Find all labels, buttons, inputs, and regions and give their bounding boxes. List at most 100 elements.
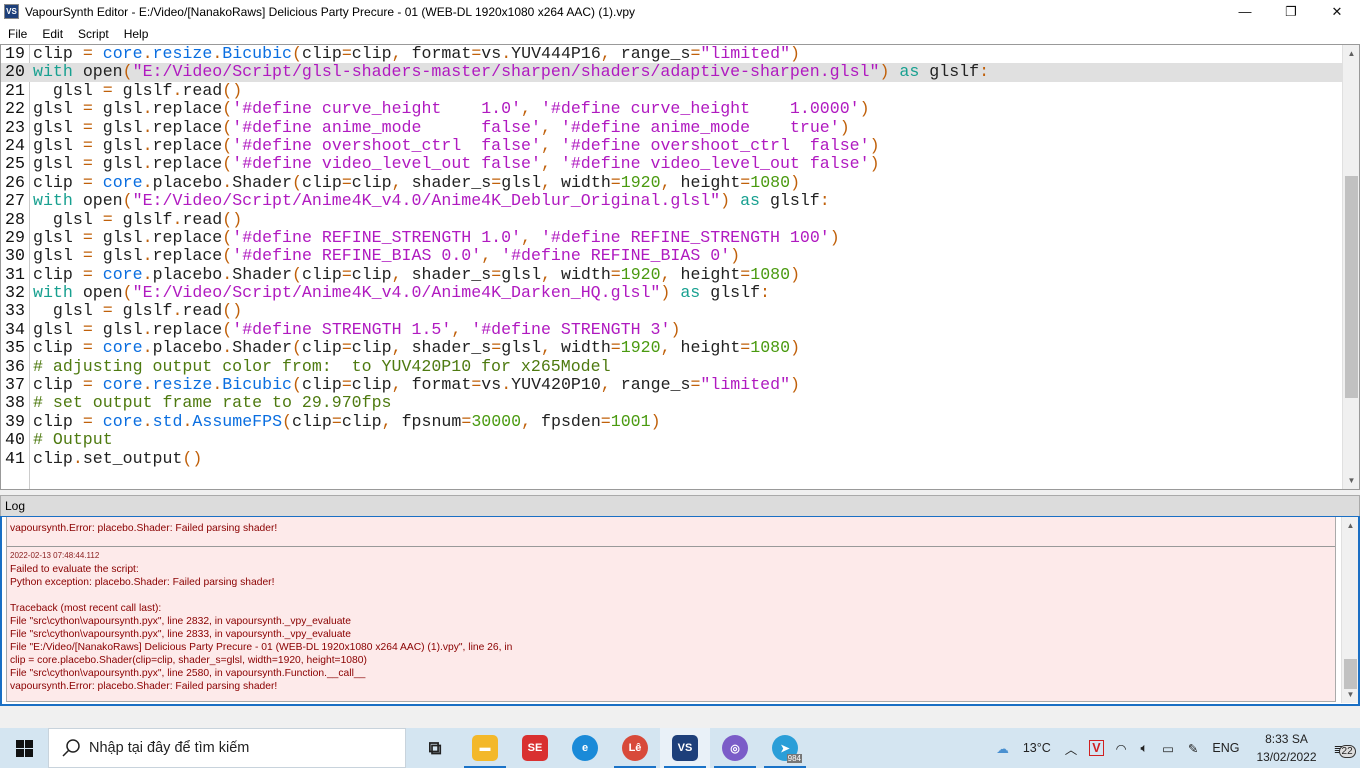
code-line[interactable]: 32 with open("E:/Video/Script/Anime4K_v4.… (1, 283, 1342, 303)
code-line[interactable]: 36 # adjusting output color from: to YUV4… (1, 357, 1342, 376)
minimize-button[interactable]: — (1222, 0, 1268, 23)
code-token: '#define video_level_out false' (560, 154, 870, 174)
code-token: ) (720, 191, 731, 211)
code-token: clip (33, 448, 73, 468)
volume-icon[interactable]: 🔈︎ (1134, 741, 1156, 756)
code-line[interactable]: 27 with open("E:/Video/Script/Anime4K_v4.… (1, 191, 1342, 211)
taskbar-app-bittorrent[interactable]: ◎ (710, 728, 760, 768)
taskbar-app-task-view[interactable]: ⧉ (410, 728, 460, 768)
code-line[interactable]: 23 glsl = glsl.replace('#define anime_mod… (1, 118, 1342, 137)
line-number: 25 (5, 154, 25, 174)
code-token: ) (192, 448, 203, 468)
code-token: ) (829, 227, 840, 247)
code-token: 1080 (750, 264, 791, 284)
code-line[interactable]: 21 glsl = glslf.read() (1, 81, 1342, 100)
taskbar-app-subtitle-edit[interactable]: SE (510, 728, 560, 768)
taskbar-app-vapoursynth-editor[interactable]: VS (660, 728, 710, 768)
code-token: , (451, 319, 462, 339)
code-token: # set output frame rate to 29.970fps (33, 393, 392, 413)
code-line[interactable]: 40 # Output (1, 430, 1342, 449)
wifi-icon[interactable]: ◠ (1109, 741, 1134, 756)
code-line[interactable]: 22 glsl = glsl.replace('#define curve_hei… (1, 99, 1342, 118)
menu-file[interactable]: File (0, 27, 34, 41)
code-token: = (82, 135, 93, 155)
menu-edit[interactable]: Edit (34, 27, 70, 41)
code-line[interactable]: 19 clip = core.resize.Bicubic(clip=clip, … (1, 45, 1342, 63)
close-button[interactable]: ✕ (1314, 0, 1360, 23)
code-line[interactable]: 31 clip = core.placebo.Shader(clip=clip, … (1, 264, 1342, 284)
code-line[interactable]: 25 glsl = glsl.replace('#define video_lev… (1, 154, 1342, 174)
log-line: Python exception: placebo.Shader: Failed… (10, 577, 275, 588)
editor-scrollbar[interactable]: ▲ ▼ (1342, 45, 1359, 489)
chevron-up-icon[interactable]: ︿ (1058, 739, 1085, 758)
code-line[interactable]: 38 # set output frame rate to 29.970fps (1, 393, 1342, 413)
start-button[interactable] (0, 728, 48, 768)
menu-script[interactable]: Script (70, 27, 116, 41)
taskbar-app-chrome[interactable]: Lê (610, 728, 660, 768)
code-token: . (222, 338, 233, 358)
log-scrollbar[interactable]: ▲ ▼ (1341, 517, 1358, 703)
code-token: = (82, 227, 93, 247)
code-line[interactable]: 34 glsl = glsl.replace('#define STRENGTH … (1, 319, 1342, 339)
code-line[interactable]: 41 clip.set_output() (1, 448, 1342, 468)
code-token: glsl (33, 154, 73, 174)
taskbar-app-telegram[interactable]: ➤ 984 (760, 728, 810, 768)
code-line[interactable]: 39 clip = core.std.AssumeFPS(clip=clip, f… (1, 411, 1342, 431)
taskbar-app-file-explorer[interactable]: ▬ (460, 728, 510, 768)
code-token: 30000 (471, 411, 522, 431)
script-editor[interactable]: 19 clip = core.resize.Bicubic(clip=clip, … (0, 44, 1360, 490)
code-area[interactable]: 19 clip = core.resize.Bicubic(clip=clip, … (1, 45, 1342, 468)
code-line[interactable]: 28 glsl = glslf.read() (1, 210, 1342, 229)
scroll-down-icon[interactable]: ▼ (1343, 472, 1359, 489)
code-token: open (82, 62, 123, 82)
code-line[interactable]: 26 clip = core.placebo.Shader(clip=clip, … (1, 172, 1342, 192)
menu-help[interactable]: Help (116, 27, 156, 41)
code-token: Shader (232, 172, 292, 192)
notification-center[interactable]: ≣ 22 (1327, 741, 1360, 758)
code-token: core (102, 338, 143, 358)
code-line[interactable]: 37 clip = core.resize.Bicubic(clip=clip, … (1, 375, 1342, 394)
weather-icon[interactable]: ☁ (989, 741, 1016, 756)
editor-scroll-thumb[interactable] (1345, 176, 1358, 398)
code-token: glslf (769, 191, 820, 211)
code-token: as (680, 283, 701, 303)
camera-icon[interactable]: ▭ (1155, 741, 1181, 756)
clock[interactable]: 8:33 SA 13/02/2022 (1246, 730, 1326, 766)
code-token: replace (152, 135, 223, 155)
log-entries: vapoursynth.Error: placebo.Shader: Faile… (6, 517, 1336, 702)
code-line[interactable]: 20 with open("E:/Video/Script/glsl-shader… (1, 62, 1342, 82)
code-token: std (152, 411, 183, 431)
taskbar-search[interactable]: Nhập tại đây để tìm kiếm (48, 728, 406, 768)
code-line[interactable]: 35 clip = core.placebo.Shader(clip=clip, … (1, 338, 1342, 358)
system-tray: ☁ 13°C ︿ V ◠ 🔈︎ ▭ ✎ ENG 8:33 SA 13/02/20… (989, 728, 1360, 768)
language-indicator[interactable]: ENG (1205, 741, 1246, 755)
code-token: placebo (152, 172, 223, 192)
scroll-up-icon[interactable]: ▲ (1343, 45, 1359, 62)
code-line[interactable]: 33 glsl = glslf.read() (1, 301, 1342, 321)
taskbar-app-edge[interactable]: e (560, 728, 610, 768)
maximize-button[interactable]: ❐ (1268, 0, 1314, 23)
scroll-down-icon[interactable]: ▼ (1342, 686, 1358, 703)
line-number: 29 (5, 227, 25, 247)
code-line[interactable]: 24 glsl = glsl.replace('#define overshoot… (1, 135, 1342, 155)
code-token: ( (222, 154, 233, 174)
code-token: = (610, 264, 621, 284)
code-token: = (341, 338, 352, 358)
line-number: 39 (5, 411, 25, 431)
code-line[interactable]: 29 glsl = glsl.replace('#define REFINE_ST… (1, 227, 1342, 247)
code-line[interactable]: 30 glsl = glsl.replace('#define REFINE_BI… (1, 246, 1342, 265)
antivirus-icon[interactable]: V (1089, 740, 1104, 756)
weather-temp[interactable]: 13°C (1016, 741, 1058, 755)
pen-icon[interactable]: ✎ (1181, 741, 1205, 756)
code-token: "E:/Video/Script/Anime4K_v4.0/Anime4K_De… (132, 191, 721, 211)
scroll-up-icon[interactable]: ▲ (1342, 517, 1358, 534)
log-entry: vapoursynth.Error: placebo.Shader: Faile… (7, 517, 1335, 547)
code-token: . (212, 44, 223, 63)
log-scroll-thumb[interactable] (1344, 659, 1357, 689)
